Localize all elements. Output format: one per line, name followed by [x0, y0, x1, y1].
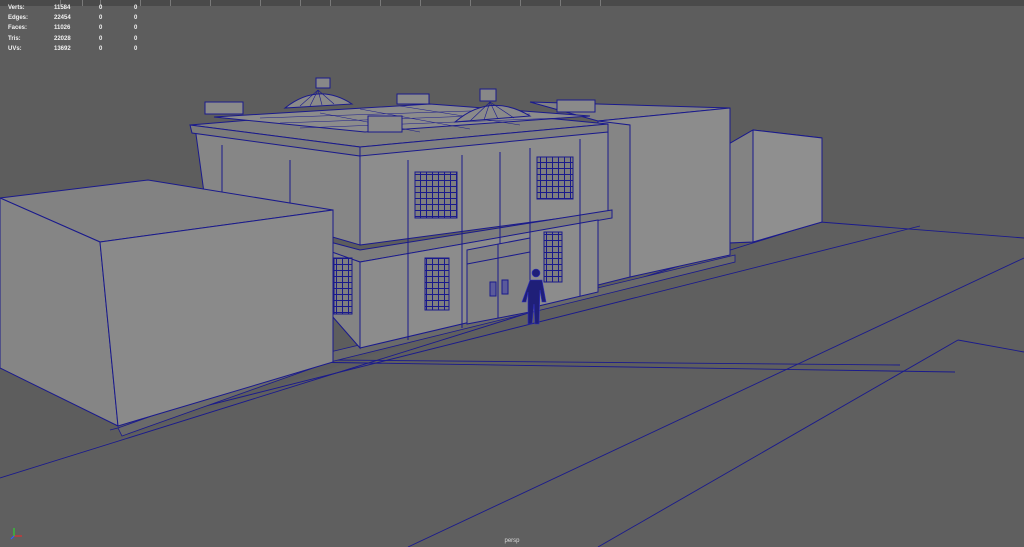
window-lower-left [424, 257, 450, 311]
camera-name-label: persp [504, 538, 520, 544]
box-far-right[interactable] [726, 129, 823, 244]
hud-value-selected: 0 [99, 25, 103, 32]
hud-row-faces: Faces: 11026 0 0 [8, 23, 148, 33]
hud-row-tris: Tris: 22028 0 0 [8, 34, 148, 44]
hud-value-components: 0 [134, 15, 138, 22]
hud-value-selected: 0 [99, 15, 103, 22]
hud-value-total: 13692 [54, 45, 71, 52]
polycount-hud: Verts: 11584 0 0 Edges: 22454 0 0 Faces:… [8, 3, 148, 54]
hud-label: Tris: [8, 35, 21, 42]
hud-value-total: 11584 [54, 5, 71, 11]
hud-label: Faces: [8, 25, 28, 32]
hud-label: Verts: [8, 5, 25, 11]
window-lower-right [543, 231, 563, 283]
hud-row-uvs: UVs: 13692 0 0 [8, 44, 148, 54]
hud-value-components: 0 [134, 5, 138, 11]
hud-row-edges: Edges: 22454 0 0 [8, 13, 148, 23]
hud-label: UVs: [8, 45, 22, 52]
hud-value-total: 22028 [54, 35, 71, 42]
hud-value-components: 0 [134, 25, 138, 32]
window-upper-left [414, 171, 458, 219]
hud-value-selected: 0 [99, 45, 103, 52]
hud-value-total: 11026 [54, 25, 71, 32]
hud-value-components: 0 [134, 35, 138, 42]
maya-perspective-viewport[interactable]: Verts: 11584 0 0 Edges: 22454 0 0 Faces:… [0, 0, 1024, 547]
hud-value-selected: 0 [99, 35, 103, 42]
hud-row-verts: Verts: 11584 0 0 [8, 3, 148, 13]
hud-value-selected: 0 [99, 5, 103, 11]
hud-value-components: 0 [134, 45, 138, 52]
3d-scene[interactable] [0, 0, 1024, 547]
hud-value-total: 22454 [54, 15, 71, 22]
window-side [333, 257, 353, 315]
window-upper-right [536, 156, 574, 200]
hud-label: Edges: [8, 15, 29, 22]
